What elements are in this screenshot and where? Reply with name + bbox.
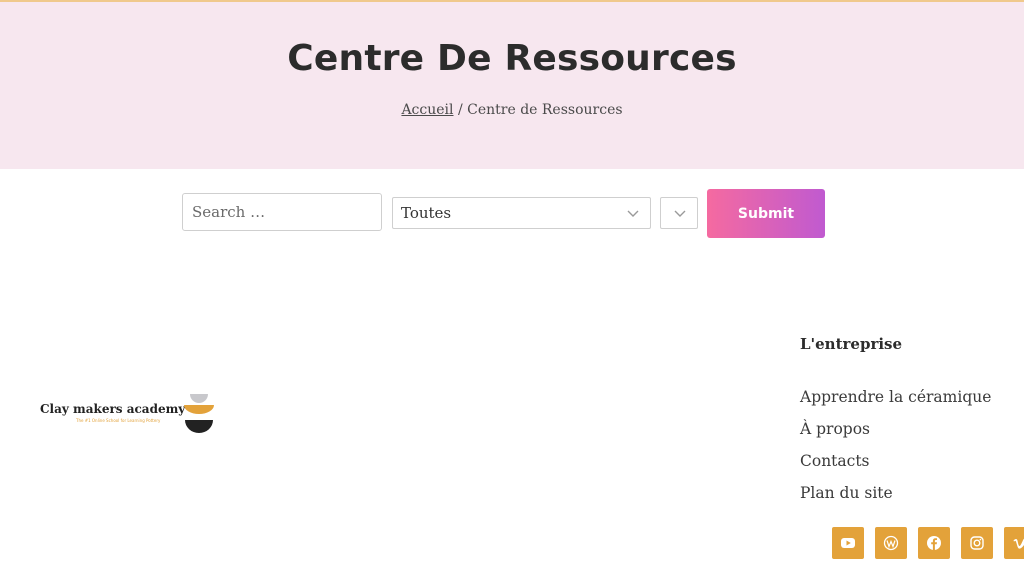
wordpress-link[interactable]: [875, 527, 907, 559]
breadcrumb: Accueil / Centre de Ressources: [0, 102, 1024, 118]
instagram-icon: [970, 536, 984, 550]
chevron-down-icon: [627, 210, 639, 217]
facebook-link[interactable]: [918, 527, 950, 559]
breadcrumb-separator: /: [457, 102, 463, 118]
page-title: Centre De Ressources: [287, 38, 737, 79]
breadcrumb-home-link[interactable]: Accueil: [401, 102, 453, 118]
facebook-icon: [927, 536, 941, 550]
youtube-link[interactable]: [832, 527, 864, 559]
bowls-logo-icon: [184, 394, 214, 433]
subcategory-select[interactable]: [660, 197, 698, 229]
footer-links: Apprendre la céramique À propos Contacts…: [800, 388, 991, 516]
search-input[interactable]: [182, 193, 382, 231]
logo-tagline: The #1 Online School for Learning Potter…: [76, 418, 161, 423]
vimeo-link[interactable]: [1004, 527, 1024, 559]
footer-link-apprendre[interactable]: Apprendre la céramique: [800, 388, 991, 420]
page-header: Centre De Ressources Accueil / Centre de…: [0, 2, 1024, 169]
vimeo-icon: [1013, 538, 1024, 549]
site-logo[interactable]: Clay makers academy The #1 Online School…: [38, 392, 218, 437]
footer-link-contacts[interactable]: Contacts: [800, 452, 991, 484]
instagram-link[interactable]: [961, 527, 993, 559]
submit-button[interactable]: Submit: [707, 189, 825, 238]
footer-link-plan-du-site[interactable]: Plan du site: [800, 484, 991, 516]
category-select[interactable]: Toutes: [392, 197, 651, 229]
youtube-icon: [841, 538, 855, 548]
chevron-down-icon: [674, 210, 686, 217]
category-select-value: Toutes: [401, 204, 452, 222]
footer-link-a-propos[interactable]: À propos: [800, 420, 991, 452]
logo-brand-text: Clay makers academy: [40, 402, 186, 416]
breadcrumb-current: Centre de Ressources: [467, 102, 623, 118]
wordpress-icon: [883, 535, 899, 551]
footer-heading: L'entreprise: [800, 335, 903, 353]
